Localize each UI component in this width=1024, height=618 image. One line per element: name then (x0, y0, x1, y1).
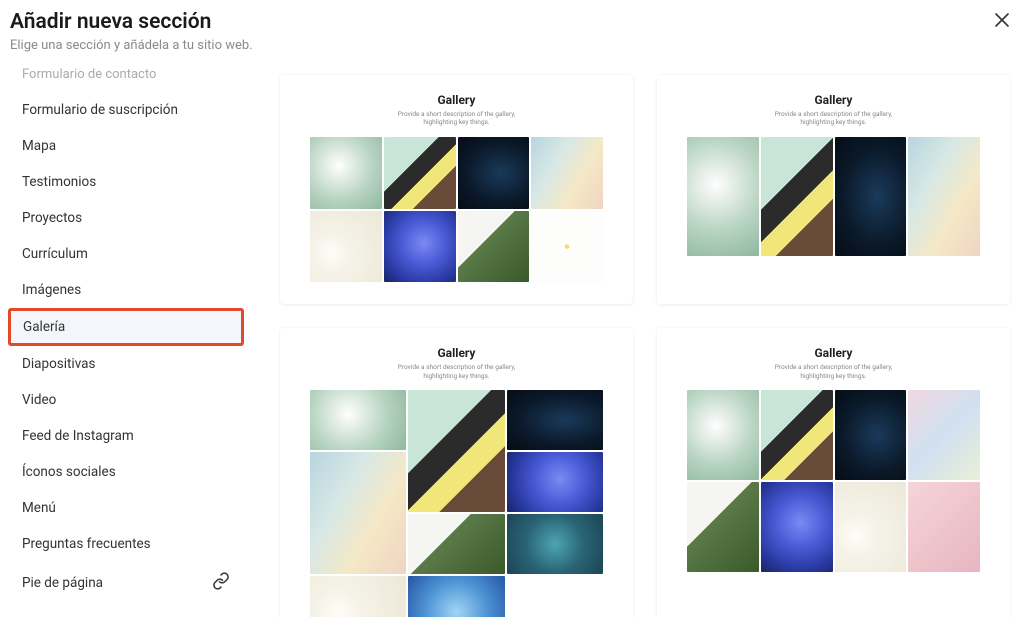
card-title: Gallery (310, 346, 603, 360)
sidebar-item-label: Menú (22, 500, 56, 516)
sidebar-item-label: Imágenes (22, 282, 81, 298)
gallery-tile (835, 482, 907, 572)
gallery-tile (458, 137, 530, 209)
cards-grid: Gallery Provide a short description of th… (280, 75, 1010, 617)
gallery-tile (310, 576, 406, 617)
sidebar-item-label: Feed de Instagram (22, 428, 134, 444)
sidebar-item-label: Formulario de suscripción (22, 102, 178, 118)
gallery-preview (310, 137, 603, 283)
dialog-content: Formulario de contacto Formulario de susc… (0, 65, 1024, 617)
gallery-template-card[interactable]: Gallery Provide a short description of th… (280, 75, 633, 304)
sidebar-list[interactable]: Formulario de contacto Formulario de susc… (8, 65, 248, 617)
sidebar-item-label: Currículum (22, 246, 88, 262)
dialog-subtitle: Elige una sección y añádela a tu sitio w… (10, 38, 253, 53)
sidebar-item--conos-sociales[interactable]: Íconos sociales (8, 454, 244, 490)
card-title: Gallery (310, 93, 603, 107)
gallery-tile (408, 576, 504, 617)
sidebar-item-label: Pie de página (22, 575, 103, 591)
link-icon (212, 572, 230, 594)
sidebar-item-video[interactable]: Video (8, 382, 244, 418)
card-subtitle: Provide a short description of the galle… (310, 110, 603, 127)
sidebar-item-label: Íconos sociales (22, 464, 116, 480)
gallery-tile (408, 390, 504, 512)
sidebar-item-formulario-de-suscripci-n[interactable]: Formulario de suscripción (8, 92, 244, 128)
gallery-tile (908, 137, 980, 257)
sidebar-item-im-genes[interactable]: Imágenes (8, 272, 244, 308)
sidebar-item-label: Video (22, 392, 56, 408)
gallery-template-card[interactable]: Gallery Provide a short description of th… (657, 328, 1010, 617)
sidebar-item-label: Formulario de contacto (22, 67, 156, 82)
sidebar-item-pie-de-p-gina[interactable]: Pie de página (8, 562, 244, 604)
gallery-preview (687, 390, 980, 571)
gallery-tile (835, 390, 907, 480)
gallery-tile (835, 137, 907, 257)
sidebar-item-formulario-de-contacto[interactable]: Formulario de contacto (8, 65, 244, 92)
main-area[interactable]: Gallery Provide a short description of th… (256, 65, 1024, 617)
sidebar: Formulario de contacto Formulario de susc… (0, 65, 256, 617)
gallery-tile (384, 137, 456, 209)
sidebar-item-preguntas-frecuentes[interactable]: Preguntas frecuentes (8, 526, 244, 562)
card-subtitle: Provide a short description of the galle… (687, 110, 980, 127)
header-text: Añadir nueva sección Elige una sección y… (10, 10, 253, 65)
sidebar-item-men-[interactable]: Menú (8, 490, 244, 526)
sidebar-item-label: Proyectos (22, 210, 82, 226)
close-button[interactable] (990, 10, 1014, 34)
sidebar-item-feed-de-instagram[interactable]: Feed de Instagram (8, 418, 244, 454)
gallery-preview (310, 390, 603, 617)
gallery-template-card[interactable]: Gallery Provide a short description of th… (280, 328, 633, 617)
gallery-tile (531, 137, 603, 209)
gallery-tile (310, 137, 382, 209)
sidebar-item-label: Galería (23, 319, 65, 335)
gallery-tile (458, 211, 530, 283)
sidebar-item-curr-culum[interactable]: Currículum (8, 236, 244, 272)
sidebar-item-label: Diapositivas (22, 356, 95, 372)
gallery-tile (687, 390, 759, 480)
gallery-tile (507, 390, 603, 450)
card-title: Gallery (687, 346, 980, 360)
dialog-header: Añadir nueva sección Elige una sección y… (0, 0, 1024, 65)
gallery-tile (310, 211, 382, 283)
gallery-tile (507, 452, 603, 512)
dialog-title: Añadir nueva sección (10, 10, 253, 34)
sidebar-item-proyectos[interactable]: Proyectos (8, 200, 244, 236)
gallery-tile (761, 390, 833, 480)
header-top-row: Añadir nueva sección Elige una sección y… (10, 10, 1014, 65)
sidebar-item-mapa[interactable]: Mapa (8, 128, 244, 164)
sidebar-item-label: Testimonios (22, 174, 96, 190)
card-title: Gallery (687, 93, 980, 107)
gallery-tile (687, 137, 759, 257)
gallery-tile (408, 514, 504, 574)
gallery-tile (761, 482, 833, 572)
gallery-preview (687, 137, 980, 257)
sidebar-item-label: Preguntas frecuentes (22, 536, 151, 552)
gallery-tile (531, 211, 603, 283)
sidebar-item-testimonios[interactable]: Testimonios (8, 164, 244, 200)
card-subtitle: Provide a short description of the galle… (310, 363, 603, 380)
gallery-tile (761, 137, 833, 257)
gallery-tile (310, 390, 406, 450)
gallery-tile (908, 482, 980, 572)
gallery-tile (507, 514, 603, 574)
sidebar-item-label: Mapa (22, 138, 56, 154)
card-subtitle: Provide a short description of the galle… (687, 363, 980, 380)
gallery-tile (908, 390, 980, 480)
gallery-tile (310, 452, 406, 574)
gallery-tile (384, 211, 456, 283)
gallery-template-card[interactable]: Gallery Provide a short description of th… (657, 75, 1010, 304)
close-icon (994, 12, 1010, 32)
sidebar-item-diapositivas[interactable]: Diapositivas (8, 346, 244, 382)
sidebar-item-galer-a[interactable]: Galería (8, 308, 244, 346)
gallery-tile (687, 482, 759, 572)
